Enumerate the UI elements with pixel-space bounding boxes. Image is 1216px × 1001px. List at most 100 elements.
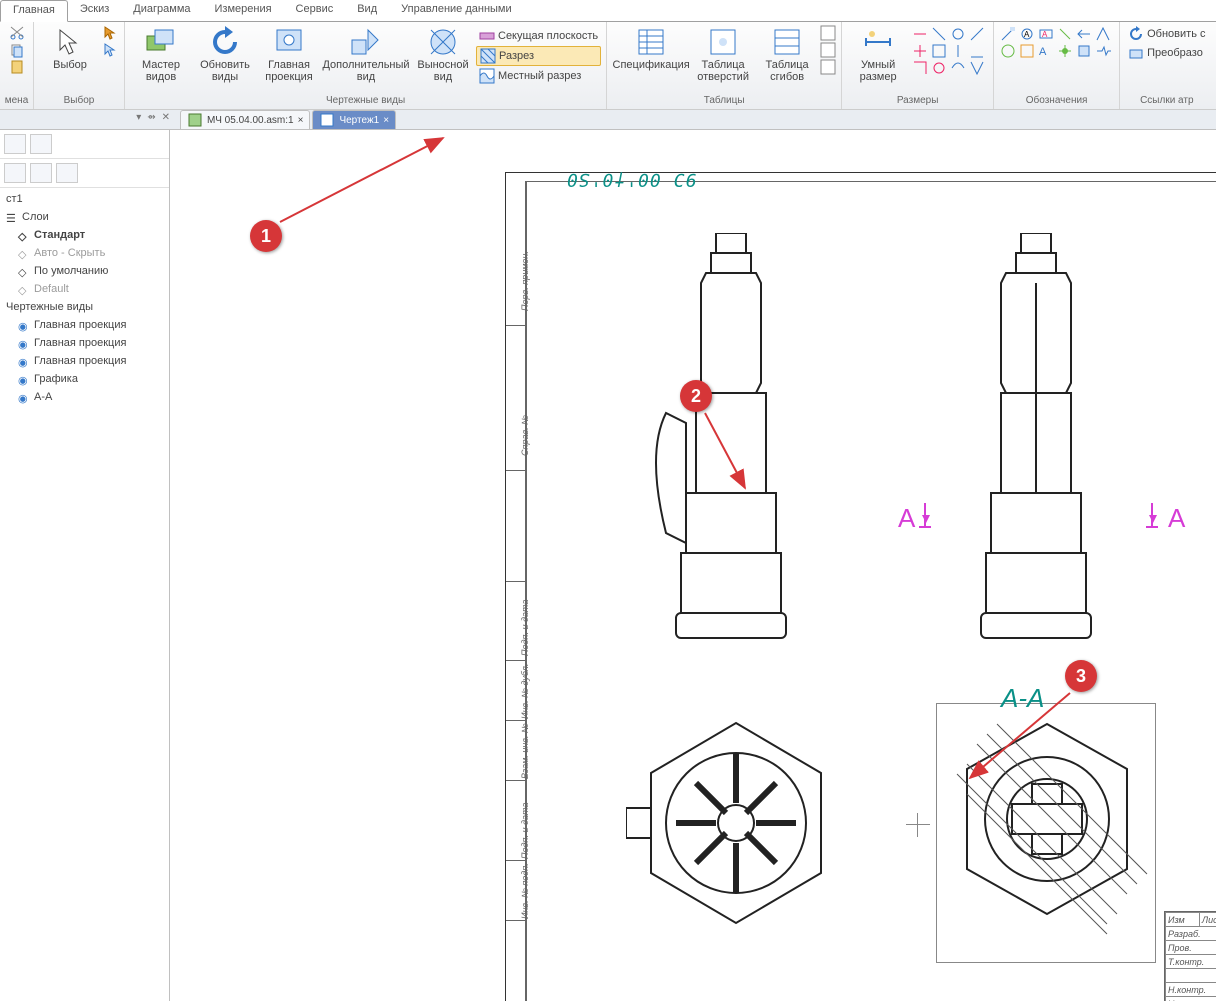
annot-icon[interactable] xyxy=(1019,43,1035,59)
callout-1: 1 xyxy=(250,220,282,252)
side-view xyxy=(946,233,1126,653)
tree-root[interactable]: ст1 xyxy=(6,190,167,208)
update-link-button[interactable]: Обновить с xyxy=(1125,25,1208,43)
dim-icon[interactable] xyxy=(931,60,947,76)
ribbon-tabs: Главная Эскиз Диаграмма Измерения Сервис… xyxy=(0,0,1216,22)
annot-icon[interactable] xyxy=(1095,43,1111,59)
tree-layers-node[interactable]: ☰Слои xyxy=(6,208,167,226)
doc-tab-asm[interactable]: МЧ 05.04.00.asm:1× xyxy=(180,110,310,129)
view-icon: ◉ xyxy=(18,373,30,385)
table-small2-icon[interactable] xyxy=(820,42,836,58)
side-tool-icon[interactable] xyxy=(56,163,78,183)
dropdown-icon[interactable]: ▾ xyxy=(136,112,141,123)
table-small1-icon[interactable] xyxy=(820,25,836,41)
spec-button[interactable]: Спецификация xyxy=(611,24,691,73)
annot-icon[interactable] xyxy=(1057,26,1073,42)
local-section-button[interactable]: Местный разрез xyxy=(476,67,601,85)
bend-table-button[interactable]: Таблица сгибов xyxy=(755,24,819,85)
dim-icon[interactable] xyxy=(912,60,928,76)
dim-icon[interactable] xyxy=(931,26,947,42)
tree-views-node[interactable]: Чертежные виды xyxy=(6,298,167,316)
cut-icon[interactable] xyxy=(9,25,25,41)
view-icon: ◉ xyxy=(18,337,30,349)
tab-data[interactable]: Управление данными xyxy=(389,0,524,21)
side-tool-icon[interactable] xyxy=(30,163,52,183)
cutting-plane-icon xyxy=(479,28,495,44)
annot-icon[interactable] xyxy=(1000,26,1016,42)
table-small3-icon[interactable] xyxy=(820,59,836,75)
tab-diagram[interactable]: Диаграмма xyxy=(121,0,202,21)
select-button[interactable]: Выбор xyxy=(38,24,102,73)
detail-view-button[interactable]: Выносной вид xyxy=(411,24,475,85)
tree-view-item[interactable]: ◉Главная проекция xyxy=(18,334,167,352)
dim-icon[interactable] xyxy=(950,43,966,59)
tab-view[interactable]: Вид xyxy=(345,0,389,21)
annot-icon[interactable]: A xyxy=(1038,43,1054,59)
tab-service[interactable]: Сервис xyxy=(284,0,346,21)
aux-view-button[interactable]: Дополнительный вид xyxy=(321,24,411,85)
dim-icon[interactable] xyxy=(969,26,985,42)
update-views-button[interactable]: Обновить виды xyxy=(193,24,257,85)
cursor-icon xyxy=(54,26,86,58)
annot-icon[interactable]: A xyxy=(1019,26,1035,42)
annot-icon[interactable] xyxy=(1057,43,1073,59)
side-tool-icon[interactable] xyxy=(30,134,52,154)
tree-view-item[interactable]: ◉Главная проекция xyxy=(18,352,167,370)
select-var2-icon[interactable] xyxy=(103,42,119,58)
layer-icon: ◇ xyxy=(18,283,30,295)
tree-layer-item[interactable]: ◇Авто - Скрыть xyxy=(18,244,167,262)
group-tables: Спецификация Таблица отверстий Таблица с… xyxy=(607,22,842,109)
tree-view-item[interactable]: ◉A-A xyxy=(18,388,167,406)
tab-measure[interactable]: Измерения xyxy=(203,0,284,21)
doc-tab-draft[interactable]: Чертеж1× xyxy=(312,110,396,129)
tab-main[interactable]: Главная xyxy=(0,0,68,22)
view-wizard-button[interactable]: Мастер видов xyxy=(129,24,193,85)
convert-button[interactable]: Преобразо xyxy=(1125,44,1206,62)
close-icon[interactable]: × xyxy=(298,115,304,126)
annot-icon[interactable]: A xyxy=(1038,26,1054,42)
tree-view-item[interactable]: ◉Главная проекция xyxy=(18,316,167,334)
tab-sketch[interactable]: Эскиз xyxy=(68,0,121,21)
close-panel-icon[interactable]: ✕ xyxy=(162,112,170,123)
tree-layer-item[interactable]: ◇Стандарт xyxy=(18,226,167,244)
dim-icon[interactable] xyxy=(912,43,928,59)
annot-icon[interactable] xyxy=(1000,43,1016,59)
pin-icon[interactable]: ⇴ xyxy=(147,112,155,123)
dim-icon[interactable] xyxy=(912,26,928,42)
smart-dim-button[interactable]: Умный размер xyxy=(846,24,910,85)
side-tool-icon[interactable] xyxy=(4,163,26,183)
tree-layer-item[interactable]: ◇По умолчанию xyxy=(18,262,167,280)
close-icon[interactable]: × xyxy=(383,115,389,126)
annot-icon[interactable] xyxy=(1076,43,1092,59)
group-label-annot: Обозначения xyxy=(1026,94,1088,107)
cutting-plane-button[interactable]: Секущая плоскость xyxy=(476,27,601,45)
paste-icon[interactable] xyxy=(9,59,25,75)
view-icon: ◉ xyxy=(18,319,30,331)
bend-table-icon xyxy=(771,26,803,58)
hole-table-icon xyxy=(707,26,739,58)
dim-icon[interactable] xyxy=(969,60,985,76)
select-var1-icon[interactable] xyxy=(103,25,119,41)
drawing-canvas[interactable]: ЕСКД разрезы Заполнение: Стандарт Угол: … xyxy=(170,130,1216,1001)
view-icon: ◉ xyxy=(18,391,30,403)
dim-icon[interactable] xyxy=(950,26,966,42)
callout-3: 3 xyxy=(1065,660,1097,692)
dim-icon[interactable] xyxy=(969,43,985,59)
dim-icon[interactable] xyxy=(931,43,947,59)
annot-icon[interactable] xyxy=(1076,26,1092,42)
section-button[interactable]: Разрез xyxy=(476,46,601,66)
smart-dim-icon xyxy=(862,26,894,58)
main-proj-icon xyxy=(273,26,305,58)
main-area: ст1 ☰Слои ◇Стандарт ◇Авто - Скрыть ◇По у… xyxy=(0,130,1216,1001)
group-select: Выбор Выбор xyxy=(34,22,125,109)
tree-layer-item[interactable]: ◇Default xyxy=(18,280,167,298)
dim-icon[interactable] xyxy=(950,60,966,76)
copy-icon[interactable] xyxy=(9,42,25,58)
tree-view-item[interactable]: ◉Графика xyxy=(18,370,167,388)
drawing-sheet: Перв. примен. Справ. № Подп. и дата Инв.… xyxy=(505,172,1216,1001)
side-tool-icon[interactable] xyxy=(4,134,26,154)
main-projection-button[interactable]: Главная проекция xyxy=(257,24,321,85)
section-view-box[interactable] xyxy=(936,703,1156,963)
hole-table-button[interactable]: Таблица отверстий xyxy=(691,24,755,85)
annot-icon[interactable] xyxy=(1095,26,1111,42)
